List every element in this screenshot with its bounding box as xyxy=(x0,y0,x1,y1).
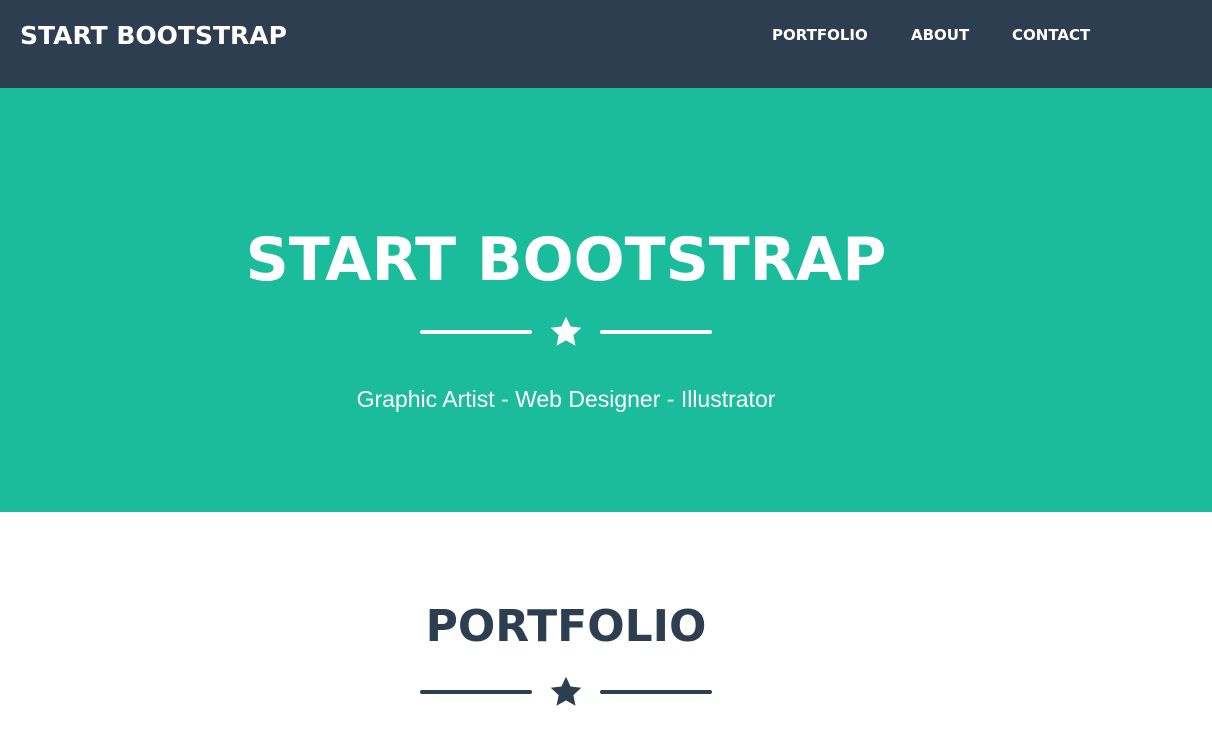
hero-masthead: START BOOTSTRAP Graphic Artist - Web Des… xyxy=(0,88,1212,512)
divider-line-right xyxy=(600,690,712,694)
hero-title: START BOOTSTRAP xyxy=(245,225,887,295)
nav-link-portfolio[interactable]: PORTFOLIO xyxy=(772,24,868,46)
portfolio-section: PORTFOLIO xyxy=(0,512,1212,733)
star-icon xyxy=(550,676,582,706)
top-navbar: START BOOTSTRAP PORTFOLIO ABOUT CONTACT xyxy=(0,0,1212,88)
nav-link-contact[interactable]: CONTACT xyxy=(1012,24,1090,46)
divider-line-left xyxy=(420,330,532,334)
nav-link-about[interactable]: ABOUT xyxy=(911,24,969,46)
nav-menu: PORTFOLIO ABOUT CONTACT xyxy=(0,24,1212,46)
hero-star-divider xyxy=(420,312,712,352)
hero-subtitle: Graphic Artist - Web Designer - Illustra… xyxy=(356,386,776,412)
star-icon xyxy=(550,316,582,346)
divider-line-right xyxy=(600,330,712,334)
portfolio-heading: PORTFOLIO xyxy=(425,601,707,652)
divider-line-left xyxy=(420,690,532,694)
portfolio-star-divider xyxy=(420,672,712,712)
